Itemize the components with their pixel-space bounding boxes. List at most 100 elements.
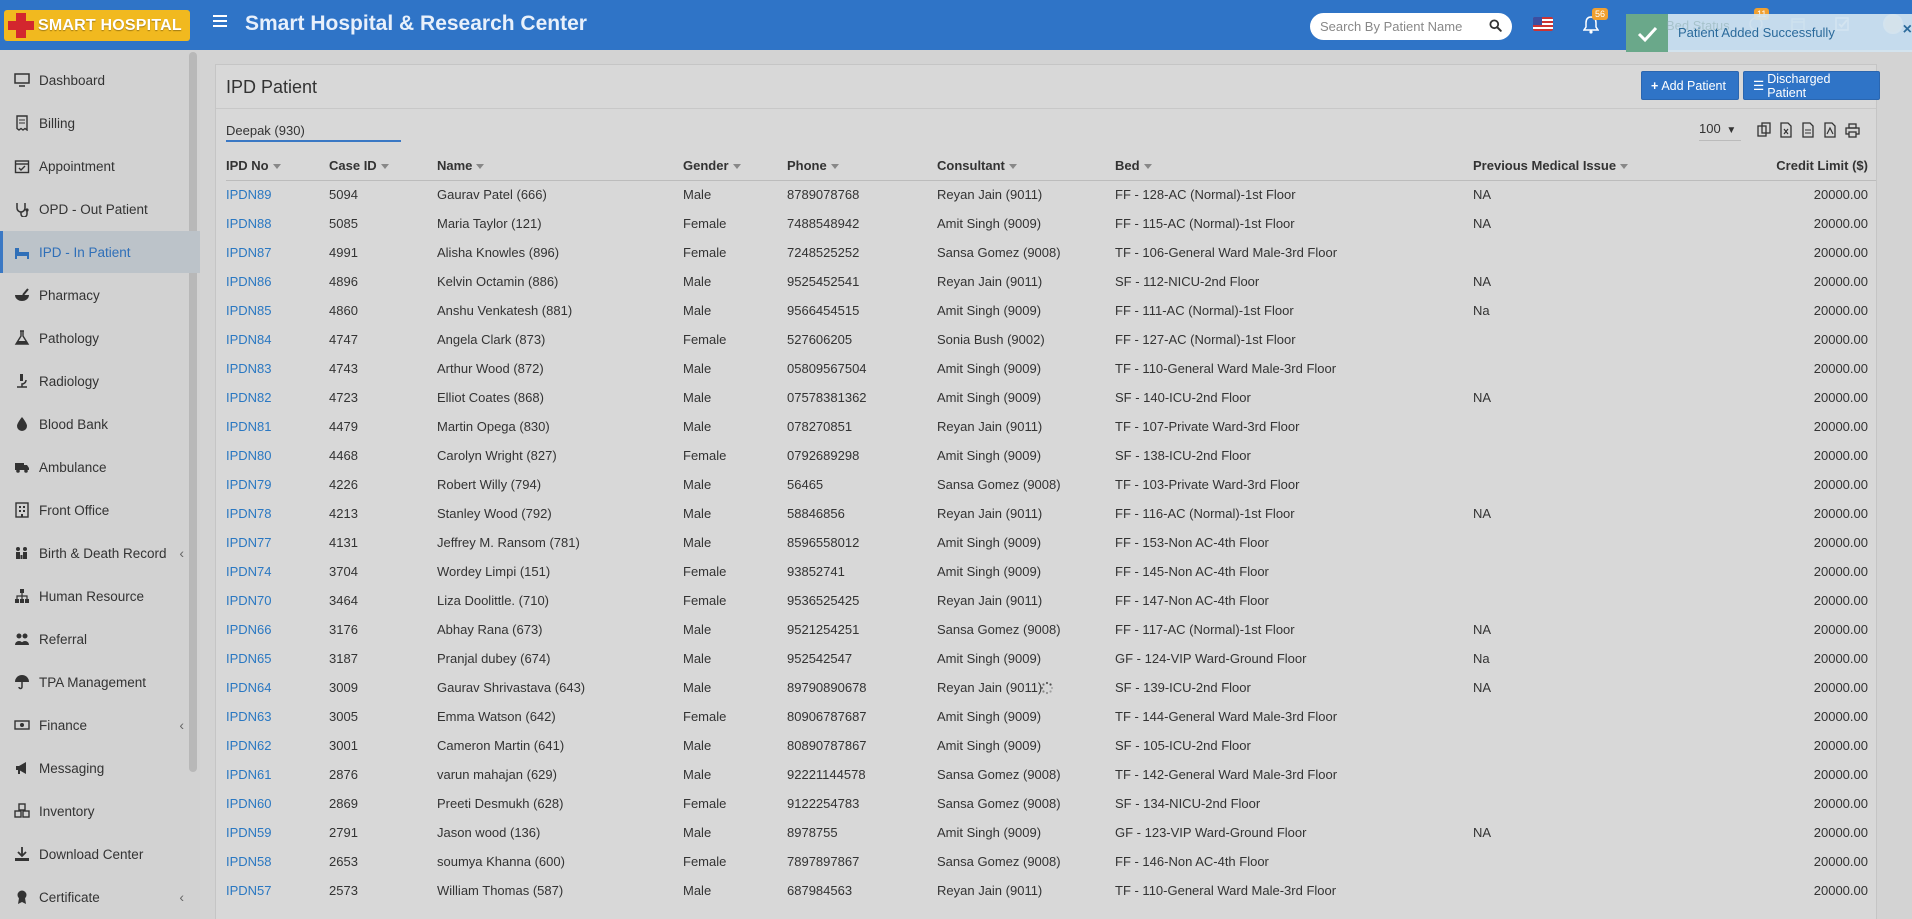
table-row[interactable]: IPDN85 4860 Anshu Venkatesh (881) Male 95664…: [226, 296, 1876, 325]
table-row[interactable]: IPDN81 4479 Martin Opega (830) Male 07827085…: [226, 412, 1876, 441]
sort-caret-icon[interactable]: [732, 163, 741, 169]
sort-caret-icon[interactable]: [380, 163, 389, 169]
table-row[interactable]: IPDN84 4747 Angela Clark (873) Female 527606…: [226, 325, 1876, 354]
sort-caret-icon[interactable]: [272, 163, 281, 169]
table-row[interactable]: IPDN63 3005 Emma Watson (642) Female 8090678…: [226, 702, 1876, 731]
sidebar-item-dashboard[interactable]: Dashboard: [0, 59, 200, 101]
table-row[interactable]: IPDN64 3009 Gaurav Shrivastava (643) Male 89…: [226, 673, 1876, 702]
ipd-no-cell[interactable]: IPDN80: [226, 441, 329, 470]
sort-caret-icon[interactable]: [1620, 163, 1629, 169]
table-row[interactable]: IPDN61 2876 varun mahajan (629) Male 9222114…: [226, 760, 1876, 789]
patient-search[interactable]: [1310, 13, 1512, 40]
chevron-left-icon[interactable]: ‹: [179, 717, 184, 733]
discharged-patient-button[interactable]: ☰ Discharged Patient: [1743, 71, 1880, 100]
ipd-no-cell[interactable]: IPDN57: [226, 876, 329, 905]
table-row[interactable]: IPDN86 4896 Kelvin Octamin (886) Male 952545…: [226, 267, 1876, 296]
table-row[interactable]: IPDN89 5094 Gaurav Patel (666) Male 87890787…: [226, 180, 1876, 209]
ipd-no-cell[interactable]: IPDN60: [226, 789, 329, 818]
add-patient-button[interactable]: + Add Patient: [1641, 71, 1739, 100]
column-header[interactable]: Case ID: [329, 151, 437, 181]
sort-caret-icon[interactable]: [1143, 163, 1152, 169]
ipd-no-cell[interactable]: IPDN87: [226, 238, 329, 267]
ipd-no-cell[interactable]: IPDN89: [226, 180, 329, 209]
sort-caret-icon[interactable]: [1008, 163, 1017, 169]
sidebar-item-blood-bank[interactable]: Blood Bank: [0, 403, 200, 445]
sidebar-item-pharmacy[interactable]: Pharmacy: [0, 274, 200, 316]
sidebar-item-front-office[interactable]: Front Office: [0, 489, 200, 531]
ipd-no-cell[interactable]: IPDN70: [226, 586, 329, 615]
ipd-no-cell[interactable]: IPDN82: [226, 383, 329, 412]
column-header[interactable]: Phone: [787, 151, 937, 181]
column-header[interactable]: Gender: [683, 151, 787, 181]
table-row[interactable]: IPDN60 2869 Preeti Desmukh (628) Female 9122…: [226, 789, 1876, 818]
app-logo[interactable]: SMART HOSPITAL: [4, 10, 190, 41]
ipd-no-cell[interactable]: IPDN74: [226, 557, 329, 586]
sidebar-item-billing[interactable]: Billing: [0, 102, 200, 144]
table-row[interactable]: IPDN80 4468 Carolyn Wright (827) Female 0792…: [226, 441, 1876, 470]
ipd-no-cell[interactable]: IPDN62: [226, 731, 329, 760]
sidebar-item-finance[interactable]: Finance ‹: [0, 704, 200, 746]
ipd-no-cell[interactable]: IPDN61: [226, 760, 329, 789]
ipd-no-cell[interactable]: IPDN79: [226, 470, 329, 499]
table-row[interactable]: IPDN62 3001 Cameron Martin (641) Male 808907…: [226, 731, 1876, 760]
sidebar-item-human-resource[interactable]: Human Resource: [0, 575, 200, 617]
table-row[interactable]: IPDN79 4226 Robert Willy (794) Male 56465 San…: [226, 470, 1876, 499]
ipd-no-cell[interactable]: IPDN77: [226, 528, 329, 557]
table-row[interactable]: IPDN78 4213 Stanley Wood (792) Male 58846856…: [226, 499, 1876, 528]
menu-toggle-icon[interactable]: [213, 15, 227, 29]
table-filter[interactable]: [226, 120, 401, 142]
table-row[interactable]: IPDN65 3187 Pranjal dubey (674) Male 9525425…: [226, 644, 1876, 673]
table-row[interactable]: IPDN70 3464 Liza Doolittle. (710) Female 953…: [226, 586, 1876, 615]
table-row[interactable]: IPDN74 3704 Wordey Limpi (151) Female 938527…: [226, 557, 1876, 586]
ipd-no-cell[interactable]: IPDN81: [226, 412, 329, 441]
column-header[interactable]: Consultant: [937, 151, 1115, 181]
ipd-no-cell[interactable]: IPDN83: [226, 354, 329, 383]
ipd-no-cell[interactable]: IPDN63: [226, 702, 329, 731]
search-input[interactable]: [1310, 13, 1480, 40]
chevron-left-icon[interactable]: ‹: [179, 545, 184, 561]
search-icon[interactable]: [1489, 19, 1502, 32]
excel-icon[interactable]: [1779, 122, 1793, 138]
ipd-no-cell[interactable]: IPDN59: [226, 818, 329, 847]
table-row[interactable]: IPDN59 2791 Jason wood (136) Male 8978755 Ami…: [226, 818, 1876, 847]
table-row[interactable]: IPDN57 2573 William Thomas (587) Male 687984…: [226, 876, 1876, 905]
table-row[interactable]: IPDN58 2653 soumya Khanna (600) Female 78978…: [226, 847, 1876, 876]
sidebar-item-referral[interactable]: Referral: [0, 618, 200, 660]
ipd-no-cell[interactable]: IPDN64: [226, 673, 329, 702]
ipd-no-cell[interactable]: IPDN84: [226, 325, 329, 354]
sidebar-item-pathology[interactable]: Pathology: [0, 317, 200, 359]
toast-close-button[interactable]: ×: [1903, 21, 1912, 39]
copy-icon[interactable]: [1757, 122, 1771, 138]
column-header[interactable]: Credit Limit ($): [1757, 151, 1876, 181]
sidebar-item-download-center[interactable]: Download Center: [0, 833, 200, 875]
column-header[interactable]: Bed: [1115, 151, 1473, 181]
sidebar-item-ipd-in-patient[interactable]: IPD - In Patient: [0, 231, 200, 273]
csv-icon[interactable]: [1801, 122, 1815, 138]
table-row[interactable]: IPDN87 4991 Alisha Knowles (896) Female 7248…: [226, 238, 1876, 267]
column-header[interactable]: Previous Medical Issue: [1473, 151, 1757, 181]
sidebar-item-appointment[interactable]: Appointment: [0, 145, 200, 187]
table-row[interactable]: IPDN82 4723 Elliot Coates (868) Male 0757838…: [226, 383, 1876, 412]
sidebar-item-messaging[interactable]: Messaging: [0, 747, 200, 789]
filter-input[interactable]: [226, 120, 396, 140]
table-row[interactable]: IPDN77 4131 Jeffrey M. Ransom (781) Male 859…: [226, 528, 1876, 557]
pdf-icon[interactable]: [1823, 122, 1837, 138]
table-row[interactable]: IPDN88 5085 Maria Taylor (121) Female 748854…: [226, 209, 1876, 238]
ipd-no-cell[interactable]: IPDN66: [226, 615, 329, 644]
sidebar-item-ambulance[interactable]: Ambulance: [0, 446, 200, 488]
us-flag-icon[interactable]: [1533, 17, 1553, 31]
sort-caret-icon[interactable]: [476, 163, 485, 169]
print-icon[interactable]: [1845, 122, 1860, 138]
ipd-no-cell[interactable]: IPDN85: [226, 296, 329, 325]
sidebar-item-certificate[interactable]: Certificate ‹: [0, 876, 200, 918]
sidebar-item-radiology[interactable]: Radiology: [0, 360, 200, 402]
ipd-no-cell[interactable]: IPDN65: [226, 644, 329, 673]
sort-caret-icon[interactable]: [830, 163, 839, 169]
column-header[interactable]: IPD No: [226, 151, 329, 181]
sidebar-item-birth-death-record[interactable]: Birth & Death Record ‹: [0, 532, 200, 574]
table-row[interactable]: IPDN66 3176 Abhay Rana (673) Male 9521254251…: [226, 615, 1876, 644]
ipd-no-cell[interactable]: IPDN78: [226, 499, 329, 528]
page-size-select[interactable]: 100 ▼: [1699, 121, 1741, 141]
sidebar-item-tpa-management[interactable]: TPA Management: [0, 661, 200, 703]
ipd-no-cell[interactable]: IPDN88: [226, 209, 329, 238]
